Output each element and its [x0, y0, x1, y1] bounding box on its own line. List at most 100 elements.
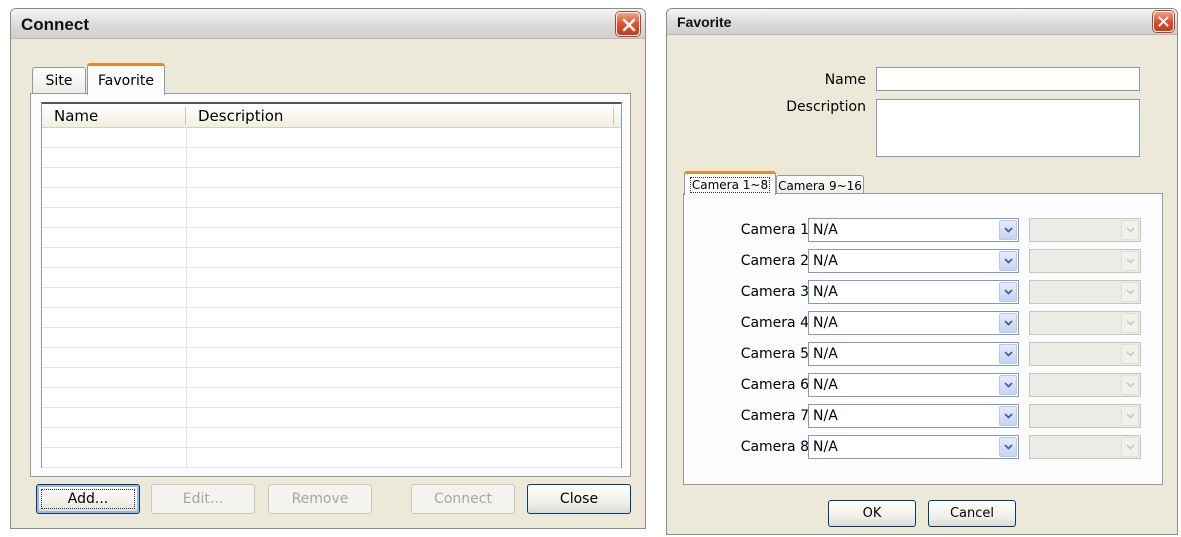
- favorite-tab-panel: Name Description: [30, 93, 631, 477]
- camera-1-secondary-select: [1029, 218, 1141, 242]
- favorite-window: Favorite Name Description Camera 1~8 Cam…: [666, 8, 1178, 535]
- close-button[interactable]: Close: [527, 484, 631, 514]
- camera-1-select[interactable]: N/A: [808, 218, 1019, 242]
- column-header-name[interactable]: Name: [54, 107, 98, 125]
- camera-7-value: N/A: [813, 408, 838, 424]
- chevron-down-icon: [1121, 282, 1139, 302]
- camera-1-label: Camera 1: [740, 222, 809, 238]
- table-row[interactable]: [42, 228, 621, 248]
- tab-favorite[interactable]: Favorite: [87, 63, 165, 95]
- chevron-down-icon: [1121, 375, 1139, 395]
- chevron-down-icon: [1121, 313, 1139, 333]
- camera-3-select[interactable]: N/A: [808, 280, 1019, 304]
- camera-5-select[interactable]: N/A: [808, 342, 1019, 366]
- chevron-down-icon[interactable]: [999, 282, 1017, 302]
- table-row[interactable]: [42, 188, 621, 208]
- camera-2-secondary-select: [1029, 249, 1141, 273]
- table-row[interactable]: [42, 248, 621, 268]
- tab-site-label: Site: [45, 73, 73, 89]
- table-row[interactable]: [42, 208, 621, 228]
- camera-7-secondary-select: [1029, 404, 1141, 428]
- camera-8-label: Camera 8: [740, 439, 809, 455]
- chevron-down-icon[interactable]: [999, 251, 1017, 271]
- tab-camera-9-16[interactable]: Camera 9~16: [776, 175, 864, 195]
- connect-title: Connect: [21, 15, 89, 34]
- tab-camera-1-8[interactable]: Camera 1~8: [684, 171, 776, 195]
- chevron-down-icon[interactable]: [999, 220, 1017, 240]
- table-row[interactable]: [42, 148, 621, 168]
- column-header-description[interactable]: Description: [198, 107, 283, 125]
- remove-button[interactable]: Remove: [268, 484, 372, 514]
- chevron-down-icon[interactable]: [999, 344, 1017, 364]
- connect-close-icon[interactable]: [616, 12, 640, 36]
- column-separator[interactable]: [613, 107, 614, 125]
- camera-4-secondary-select: [1029, 311, 1141, 335]
- chevron-down-icon: [1121, 406, 1139, 426]
- description-label: Description: [786, 99, 866, 115]
- name-label: Name: [824, 72, 866, 88]
- favorite-list[interactable]: Name Description: [41, 102, 622, 468]
- chevron-down-icon[interactable]: [999, 313, 1017, 333]
- camera-3-label: Camera 3: [740, 284, 809, 300]
- camera-5-label: Camera 5: [740, 346, 809, 362]
- camera-6-secondary-select: [1029, 373, 1141, 397]
- favorite-titlebar[interactable]: Favorite: [667, 9, 1177, 35]
- camera-tab-panel: Camera 1 N/A Camera 2 N/A Camera 3 N/A C…: [683, 193, 1163, 485]
- table-row[interactable]: [42, 328, 621, 348]
- table-row[interactable]: [42, 388, 621, 408]
- table-row[interactable]: [42, 368, 621, 388]
- connect-window: Connect Site Favorite Name Description A…: [10, 8, 646, 529]
- table-row[interactable]: [42, 268, 621, 288]
- description-input[interactable]: [876, 99, 1140, 157]
- camera-6-value: N/A: [813, 377, 838, 393]
- tab-site[interactable]: Site: [32, 67, 86, 94]
- camera-8-value: N/A: [813, 439, 838, 455]
- camera-2-value: N/A: [813, 253, 838, 269]
- chevron-down-icon: [1121, 344, 1139, 364]
- chevron-down-icon: [1121, 437, 1139, 457]
- camera-7-select[interactable]: N/A: [808, 404, 1019, 428]
- camera-8-select[interactable]: N/A: [808, 435, 1019, 459]
- camera-3-value: N/A: [813, 284, 838, 300]
- table-row[interactable]: [42, 288, 621, 308]
- chevron-down-icon: [1121, 251, 1139, 271]
- table-row[interactable]: [42, 168, 621, 188]
- add-button[interactable]: Add...: [36, 484, 140, 514]
- chevron-down-icon[interactable]: [999, 437, 1017, 457]
- connect-button[interactable]: Connect: [411, 484, 515, 514]
- name-input[interactable]: [876, 67, 1140, 91]
- camera-5-value: N/A: [813, 346, 838, 362]
- column-separator[interactable]: [185, 107, 186, 125]
- tab-camera-9-16-label: Camera 9~16: [778, 178, 862, 193]
- camera-2-label: Camera 2: [740, 253, 809, 269]
- favorite-title: Favorite: [677, 14, 732, 30]
- camera-3-secondary-select: [1029, 280, 1141, 304]
- table-row[interactable]: [42, 448, 621, 468]
- ok-button[interactable]: OK: [828, 500, 916, 527]
- chevron-down-icon[interactable]: [999, 406, 1017, 426]
- camera-4-select[interactable]: N/A: [808, 311, 1019, 335]
- tab-favorite-label: Favorite: [98, 72, 154, 89]
- chevron-down-icon[interactable]: [999, 375, 1017, 395]
- tab-camera-1-8-label: Camera 1~8: [689, 176, 771, 193]
- table-row[interactable]: [42, 128, 621, 148]
- favorite-close-icon[interactable]: [1153, 11, 1174, 32]
- chevron-down-icon: [1121, 220, 1139, 240]
- edit-button[interactable]: Edit...: [151, 484, 255, 514]
- camera-6-select[interactable]: N/A: [808, 373, 1019, 397]
- camera-1-value: N/A: [813, 222, 838, 238]
- camera-4-value: N/A: [813, 315, 838, 331]
- table-row[interactable]: [42, 348, 621, 368]
- camera-4-label: Camera 4: [740, 315, 809, 331]
- camera-2-select[interactable]: N/A: [808, 249, 1019, 273]
- connect-titlebar[interactable]: Connect: [11, 9, 645, 39]
- camera-6-label: Camera 6: [740, 377, 809, 393]
- camera-5-secondary-select: [1029, 342, 1141, 366]
- table-row[interactable]: [42, 408, 621, 428]
- cancel-button[interactable]: Cancel: [928, 500, 1016, 527]
- table-row[interactable]: [42, 428, 621, 448]
- camera-8-secondary-select: [1029, 435, 1141, 459]
- table-row[interactable]: [42, 308, 621, 328]
- list-header: Name Description: [42, 104, 621, 128]
- camera-7-label: Camera 7: [740, 408, 809, 424]
